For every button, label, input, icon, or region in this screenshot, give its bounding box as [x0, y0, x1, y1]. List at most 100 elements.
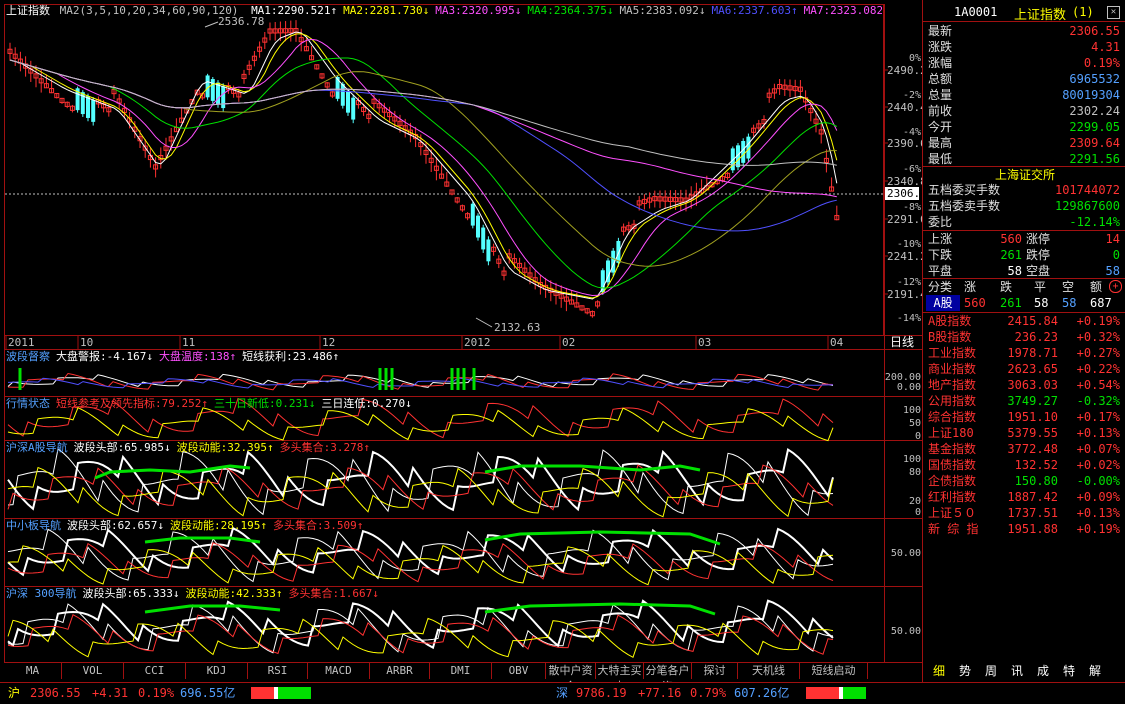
index-row[interactable]: 工业指数 1978.71 +0.27%	[926, 345, 1124, 361]
index-row[interactable]: 公用指数 3749.27 -0.32%	[926, 393, 1124, 409]
row-label: 涨跌	[928, 40, 953, 54]
index-row[interactable]: 上证５０ 1737.51 +0.13%	[926, 505, 1124, 521]
price-tick: 2191.4	[887, 288, 922, 301]
quote-tab[interactable]: 势	[952, 663, 978, 679]
row-value: 4.31	[1091, 40, 1120, 54]
tab-indicator[interactable]: 探讨	[692, 663, 738, 679]
quote-tab[interactable]: 讯	[1004, 663, 1030, 679]
index-pct: +0.09%	[1076, 490, 1120, 504]
breadth-cell: 0	[1112, 248, 1120, 262]
indicator-name[interactable]: 沪深 300导航	[6, 587, 77, 600]
indicator-tick: 0	[915, 431, 921, 442]
row-label: 委比	[928, 215, 953, 229]
date-tick: 2011	[8, 336, 35, 349]
index-name: 国债指数	[928, 458, 977, 472]
tab-indicator[interactable]: OBV	[492, 663, 546, 679]
indicator-line	[7, 617, 834, 659]
index-name: 公用指数	[928, 394, 977, 408]
indicator-name[interactable]: 中小板导航	[6, 519, 61, 532]
tab-indicator[interactable]: KDJ	[186, 663, 248, 679]
index-row[interactable]: 国债指数 132.52 +0.02%	[926, 457, 1124, 473]
sh-label: 沪	[8, 686, 21, 700]
quote-tab[interactable]: 周	[978, 663, 1004, 679]
tab-indicator[interactable]: DMI	[430, 663, 492, 679]
ma-item: MA4:2364.375↓	[527, 4, 614, 17]
tab-indicator[interactable]: 大特主买卖	[596, 663, 644, 693]
date-tick: 10	[80, 336, 93, 349]
indicator-name[interactable]: 行情状态	[6, 397, 50, 410]
index-row[interactable]: 综合指数 1951.10 +0.17%	[926, 409, 1124, 425]
tab-indicator[interactable]: 天机线	[738, 663, 800, 679]
kline-chart[interactable]: 2536.78 2132.63 2490.22440.42390.62340.8…	[0, 0, 922, 663]
breadth-cell: 平盘	[928, 264, 953, 278]
candle	[486, 239, 491, 262]
indicator-value: 波段动能:42.333↑	[185, 587, 283, 600]
indicator-header: 沪深A股导航 波段头部:65.985↓ 波段动能:32.395↑ 多头集合:3.278…	[6, 441, 370, 455]
category-value: 261	[1000, 296, 1022, 310]
order-row: 五档委买手数 101744072	[926, 182, 1124, 198]
price-tick: 2440.4	[887, 101, 922, 114]
category-header: 平	[1034, 280, 1047, 294]
tab-indicator[interactable]: VOL	[62, 663, 124, 679]
candlesticks	[7, 20, 840, 318]
pct-tick: -2%	[903, 90, 921, 101]
date-axis: 2011 10 11 12 2012 02 03 04	[5, 336, 844, 349]
breadth-cell: 上涨	[928, 232, 953, 246]
tab-indicator[interactable]: MACD	[308, 663, 370, 679]
index-row[interactable]: 新 综 指 1951.88 +0.19%	[926, 521, 1124, 537]
index-value: 1887.42	[1007, 490, 1058, 504]
index-row[interactable]: B股指数 236.23 +0.32%	[926, 329, 1124, 345]
quote-tab[interactable]: 成	[1030, 663, 1056, 679]
category-header: 涨	[964, 280, 977, 294]
indicator-value: 三日连低:0.270↓	[321, 397, 412, 410]
indicator-name[interactable]: 沪深A股导航	[6, 441, 68, 454]
breadth-cell: 560	[1000, 232, 1022, 246]
sz-amount: 607.26亿	[734, 686, 790, 700]
index-name: 上证５０	[928, 506, 977, 520]
quote-row: 最新 2306.55	[926, 23, 1124, 39]
sh-breadth-bar	[251, 687, 311, 699]
index-row[interactable]: 地产指数 3063.03 +0.54%	[926, 377, 1124, 393]
indicator-value: 波段头部:65.333↓	[82, 587, 180, 600]
sz-pct: 0.79%	[690, 686, 727, 700]
ma-line	[9, 57, 838, 289]
stock-suffix: (1)	[1072, 5, 1094, 19]
category-table: 分类涨 跌 平 空 额 + A股 560 261 58 58 687	[926, 279, 1124, 311]
expand-icon[interactable]: +	[1109, 280, 1122, 293]
indicator-name[interactable]: 波段督察	[6, 350, 50, 363]
breadth-cell: 14	[1105, 232, 1120, 246]
indicator-line	[144, 604, 281, 614]
tab-indicator[interactable]: MA	[4, 663, 62, 679]
row-label: 总额	[928, 72, 953, 86]
pct-tick: 0%	[909, 53, 921, 64]
category-name[interactable]: A股	[926, 295, 960, 311]
period-label[interactable]: 日线	[890, 335, 914, 349]
index-pct: +0.02%	[1076, 458, 1120, 472]
indicator-value: 三十日新低:0.231↓	[213, 397, 316, 410]
index-row[interactable]: 上证180 5379.55 +0.13%	[926, 425, 1124, 441]
tab-indicator[interactable]: RSI	[248, 663, 308, 679]
tab-indicator[interactable]: 短线启动	[800, 663, 868, 679]
quote-tab[interactable]: 细	[926, 663, 952, 679]
quote-tab[interactable]: 特	[1056, 663, 1082, 679]
tab-indicator[interactable]: CCI	[124, 663, 186, 679]
index-name: 地产指数	[928, 378, 977, 392]
index-row[interactable]: 企债指数 150.80 -0.00%	[926, 473, 1124, 489]
category-header: 分类	[928, 280, 953, 294]
ma-line	[9, 33, 838, 299]
quote-tab[interactable]: 解	[1082, 663, 1108, 679]
index-row[interactable]: A股指数 2415.84 +0.19%	[926, 313, 1124, 329]
indicator-value: 波段头部:62.657↓	[67, 519, 164, 532]
breadth-cell: 58	[1105, 264, 1120, 278]
close-icon[interactable]: ✕	[1107, 6, 1120, 19]
index-row[interactable]: 商业指数 2623.65 +0.22%	[926, 361, 1124, 377]
tab-indicator[interactable]: 散中户资金	[546, 663, 596, 693]
indicator-tabs: MAVOLCCIKDJRSIMACDARBRDMIOBV散中户资金大特主买卖分笔…	[0, 663, 921, 693]
breadth-cell: 261	[1000, 248, 1022, 262]
tab-indicator[interactable]: 分笔各户资	[644, 663, 692, 693]
index-row[interactable]: 红利指数 1887.42 +0.09%	[926, 489, 1124, 505]
row-value: -12.14%	[1069, 215, 1120, 229]
indicator-value: 波段头部:65.985↓	[73, 441, 171, 454]
index-row[interactable]: 基金指数 3772.48 +0.07%	[926, 441, 1124, 457]
tab-indicator[interactable]: ARBR	[370, 663, 430, 679]
